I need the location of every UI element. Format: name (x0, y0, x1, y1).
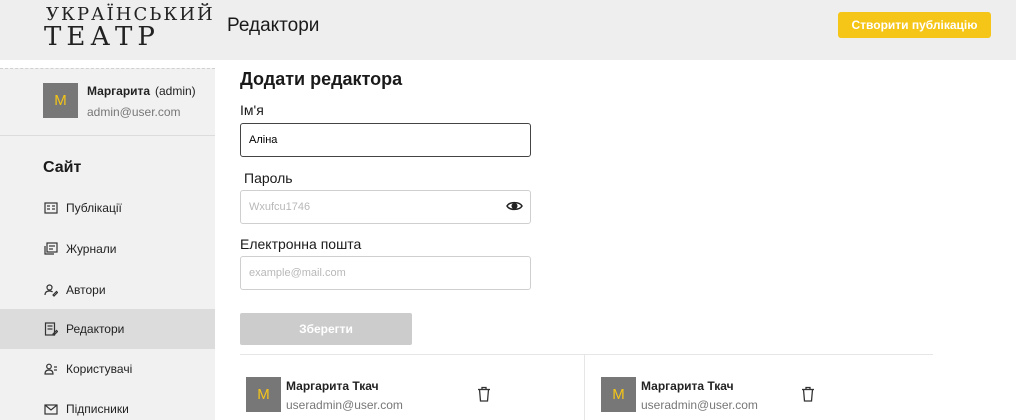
logo[interactable]: УКРАЇНСЬКИЙ ТЕАТР (44, 4, 213, 52)
column-divider (584, 355, 585, 420)
authors-icon (44, 284, 58, 297)
editor-email: useradmin@user.com (641, 398, 758, 412)
page-title: Редактори (227, 15, 320, 36)
eye-icon[interactable] (506, 199, 523, 213)
sidebar-item-authors[interactable]: Автори (0, 270, 215, 310)
editor-name: Маргарита Ткач (286, 379, 379, 393)
avatar: M (246, 377, 281, 412)
list-divider (240, 354, 933, 355)
form-title: Додати редактора (240, 69, 403, 89)
email-label: Електронна пошта (240, 236, 362, 252)
sidebar-item-label: Журнали (66, 242, 117, 256)
logo-line-2: ТЕАТР (44, 22, 160, 52)
avatar: M (601, 377, 636, 412)
editor-card: M Маргарита Ткач useradmin@user.com (601, 370, 901, 420)
avatar: M (43, 83, 78, 118)
sidebar-item-label: Підписники (66, 402, 129, 416)
journals-icon (44, 242, 58, 255)
create-publication-button[interactable]: Створити публікацію (838, 12, 991, 38)
email-input[interactable] (240, 256, 531, 290)
password-label: Пароль (244, 170, 293, 186)
sidebar: M Маргарита (admin) admin@user.com Сайт … (0, 68, 215, 420)
sidebar-item-subscribers[interactable]: Підписники (0, 389, 215, 420)
editor-name: Маргарита Ткач (641, 379, 734, 393)
sidebar-item-users[interactable]: Користувачі (0, 349, 215, 389)
subscribers-icon (44, 404, 58, 415)
sidebar-section-title: Сайт (43, 159, 82, 176)
users-icon (44, 363, 57, 375)
top-bar: УКРАЇНСЬКИЙ ТЕАТР Редактори Створити пуб… (0, 0, 1016, 60)
sidebar-item-label: Редактори (66, 322, 125, 336)
sidebar-item-editors[interactable]: Редактори (0, 309, 215, 349)
sidebar-item-publications[interactable]: Публікації (0, 188, 215, 228)
password-input[interactable] (240, 190, 531, 224)
sidebar-item-journals[interactable]: Журнали (0, 229, 215, 269)
user-email: admin@user.com (87, 105, 181, 119)
trash-icon[interactable] (801, 386, 815, 402)
publications-icon (44, 202, 58, 214)
editor-email: useradmin@user.com (286, 398, 403, 412)
sidebar-item-label: Автори (66, 283, 106, 297)
save-button[interactable]: Зберегти (240, 313, 412, 345)
trash-icon[interactable] (477, 386, 491, 402)
current-user-card: M Маргарита (admin) admin@user.com (0, 68, 215, 136)
editor-card: M Маргарита Ткач useradmin@user.com (246, 370, 546, 420)
user-role: (admin) (155, 84, 196, 98)
name-input[interactable] (240, 123, 531, 157)
editors-icon (44, 322, 58, 336)
user-name: Маргарита (87, 84, 151, 98)
sidebar-item-label: Користувачі (66, 362, 133, 376)
name-label: Ім'я (240, 102, 264, 118)
sidebar-item-label: Публікації (66, 201, 122, 215)
